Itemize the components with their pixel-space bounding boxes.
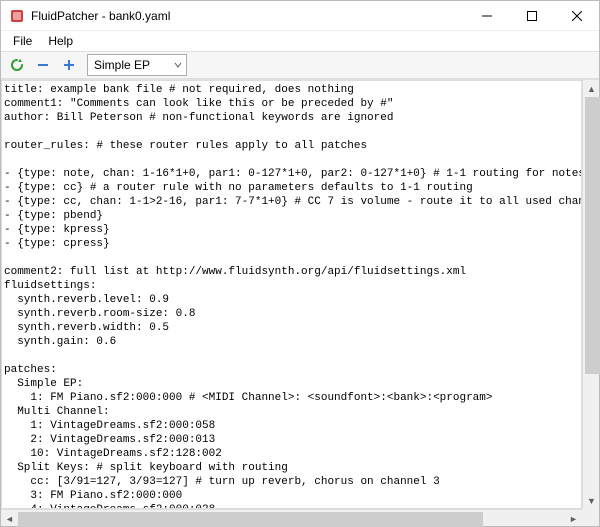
patch-select-value: Simple EP xyxy=(94,58,150,72)
chevron-down-icon xyxy=(174,58,182,72)
vertical-scrollbar[interactable]: ▲ ▼ xyxy=(582,80,599,509)
scroll-v-thumb[interactable] xyxy=(585,97,600,374)
scroll-up-button[interactable]: ▲ xyxy=(583,80,600,97)
horizontal-scrollbar[interactable]: ◄ ► xyxy=(1,509,582,526)
scrollbar-corner xyxy=(582,509,599,526)
refresh-button[interactable] xyxy=(5,54,29,76)
plus-icon xyxy=(62,58,76,72)
maximize-button[interactable] xyxy=(509,1,554,31)
editor-area: title: example bank file # not required,… xyxy=(1,79,599,526)
scroll-left-button[interactable]: ◄ xyxy=(1,510,18,527)
next-button[interactable] xyxy=(57,54,81,76)
scroll-v-track[interactable] xyxy=(583,97,599,492)
menubar: File Help xyxy=(1,31,599,51)
toolbar: Simple EP xyxy=(1,51,599,79)
scroll-down-button[interactable]: ▼ xyxy=(583,492,600,509)
window-title: FluidPatcher - bank0.yaml xyxy=(31,9,170,23)
scroll-right-button[interactable]: ► xyxy=(565,510,582,527)
patch-select[interactable]: Simple EP xyxy=(87,54,187,76)
close-button[interactable] xyxy=(554,1,599,31)
minus-icon xyxy=(36,58,50,72)
yaml-editor[interactable]: title: example bank file # not required,… xyxy=(1,80,582,509)
app-icon xyxy=(9,8,25,24)
prev-button[interactable] xyxy=(31,54,55,76)
scroll-h-track[interactable] xyxy=(18,510,565,526)
refresh-icon xyxy=(9,57,25,73)
scroll-h-thumb[interactable] xyxy=(18,512,483,527)
menu-help[interactable]: Help xyxy=(40,32,81,50)
titlebar: FluidPatcher - bank0.yaml xyxy=(1,1,599,31)
minimize-button[interactable] xyxy=(464,1,509,31)
menu-file[interactable]: File xyxy=(5,32,40,50)
